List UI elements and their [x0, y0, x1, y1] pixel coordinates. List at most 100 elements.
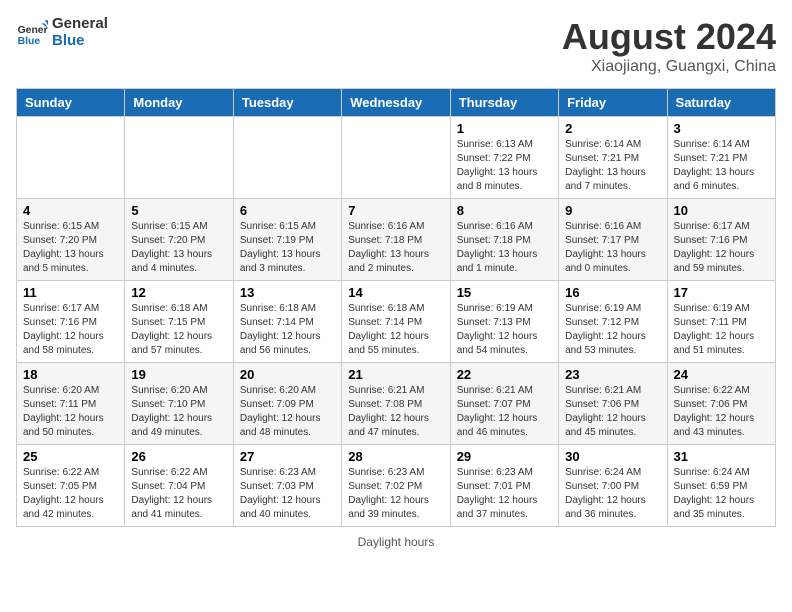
- calendar-week-row: 11 Sunrise: 6:17 AM Sunset: 7:16 PM Dayli…: [17, 281, 776, 363]
- day-number: 15: [457, 285, 552, 300]
- day-number: 19: [131, 367, 226, 382]
- logo-general-text: General: [52, 16, 108, 33]
- day-info: Sunrise: 6:22 AM Sunset: 7:04 PM Dayligh…: [131, 466, 226, 522]
- day-number: 4: [23, 203, 118, 218]
- calendar-cell: [17, 117, 125, 199]
- calendar-cell: 16Sunrise: 6:19 AM Sunset: 7:12 PM Dayli…: [559, 281, 667, 363]
- day-number: 29: [457, 449, 552, 464]
- calendar-cell: 20 Sunrise: 6:20 AM Sunset: 7:09 PM Dayli…: [233, 363, 341, 445]
- calendar-cell: 3 Sunrise: 6:14 AM Sunset: 7:21 PM Daylig…: [667, 117, 775, 199]
- day-info: Sunrise: 6:15 AM Sunset: 7:20 PM Dayligh…: [131, 220, 226, 276]
- calendar-cell: 30Sunrise: 6:24 AM Sunset: 7:00 PM Dayli…: [559, 445, 667, 527]
- day-info: Sunrise: 6:16 AM Sunset: 7:17 PM Dayligh…: [565, 220, 660, 276]
- day-number: 6: [240, 203, 335, 218]
- day-number: 16: [565, 285, 660, 300]
- calendar-cell: 5Sunrise: 6:15 AM Sunset: 7:20 PM Daylig…: [125, 199, 233, 281]
- day-info: Sunrise: 6:16 AM Sunset: 7:18 PM Dayligh…: [457, 220, 552, 276]
- day-number: 14: [348, 285, 443, 300]
- calendar-cell: 2Sunrise: 6:14 AM Sunset: 7:21 PM Daylig…: [559, 117, 667, 199]
- day-number: 10: [674, 203, 769, 218]
- calendar-day-header: Wednesday: [342, 89, 450, 117]
- day-number: 11: [23, 285, 118, 300]
- calendar-cell: 23 Sunrise: 6:21 AM Sunset: 7:06 PM Dayli…: [559, 363, 667, 445]
- calendar-cell: [125, 117, 233, 199]
- calendar-cell: 6 Sunrise: 6:15 AM Sunset: 7:19 PM Daylig…: [233, 199, 341, 281]
- day-number: 3: [674, 121, 769, 136]
- day-info: Sunrise: 6:22 AM Sunset: 7:05 PM Dayligh…: [23, 466, 118, 522]
- day-info: Sunrise: 6:19 AM Sunset: 7:11 PM Dayligh…: [674, 302, 769, 358]
- title-area: August 2024 Xiaojiang, Guangxi, China: [562, 16, 776, 76]
- calendar-cell: 22 Sunrise: 6:21 AM Sunset: 7:07 PM Dayli…: [450, 363, 558, 445]
- day-info: Sunrise: 6:21 AM Sunset: 7:06 PM Dayligh…: [565, 384, 660, 440]
- day-info: Sunrise: 6:21 AM Sunset: 7:07 PM Dayligh…: [457, 384, 552, 440]
- logo: General Blue General Blue: [16, 16, 108, 49]
- day-info: Sunrise: 6:21 AM Sunset: 7:08 PM Dayligh…: [348, 384, 443, 440]
- calendar-cell: 7 Sunrise: 6:16 AM Sunset: 7:18 PM Daylig…: [342, 199, 450, 281]
- day-number: 25: [23, 449, 118, 464]
- calendar-day-header: Thursday: [450, 89, 558, 117]
- calendar-cell: 11 Sunrise: 6:17 AM Sunset: 7:16 PM Dayli…: [17, 281, 125, 363]
- calendar-day-header: Friday: [559, 89, 667, 117]
- calendar-cell: 8 Sunrise: 6:16 AM Sunset: 7:18 PM Daylig…: [450, 199, 558, 281]
- calendar-week-row: 25 Sunrise: 6:22 AM Sunset: 7:05 PM Dayli…: [17, 445, 776, 527]
- day-number: 20: [240, 367, 335, 382]
- day-number: 12: [131, 285, 226, 300]
- day-number: 31: [674, 449, 769, 464]
- day-info: Sunrise: 6:22 AM Sunset: 7:06 PM Dayligh…: [674, 384, 769, 440]
- header: General Blue General Blue August 2024 Xi…: [16, 16, 776, 76]
- day-info: Sunrise: 6:23 AM Sunset: 7:03 PM Dayligh…: [240, 466, 335, 522]
- day-info: Sunrise: 6:14 AM Sunset: 7:21 PM Dayligh…: [674, 138, 769, 194]
- day-info: Sunrise: 6:23 AM Sunset: 7:01 PM Dayligh…: [457, 466, 552, 522]
- day-number: 22: [457, 367, 552, 382]
- footer-note: Daylight hours: [16, 535, 776, 549]
- calendar-cell: 14 Sunrise: 6:18 AM Sunset: 7:14 PM Dayli…: [342, 281, 450, 363]
- day-number: 27: [240, 449, 335, 464]
- calendar-week-row: 1Sunrise: 6:13 AM Sunset: 7:22 PM Daylig…: [17, 117, 776, 199]
- day-number: 13: [240, 285, 335, 300]
- calendar-day-header: Sunday: [17, 89, 125, 117]
- svg-text:Blue: Blue: [18, 36, 41, 47]
- day-info: Sunrise: 6:16 AM Sunset: 7:18 PM Dayligh…: [348, 220, 443, 276]
- day-number: 30: [565, 449, 660, 464]
- calendar-cell: 26Sunrise: 6:22 AM Sunset: 7:04 PM Dayli…: [125, 445, 233, 527]
- day-number: 28: [348, 449, 443, 464]
- day-info: Sunrise: 6:18 AM Sunset: 7:15 PM Dayligh…: [131, 302, 226, 358]
- calendar-day-header: Tuesday: [233, 89, 341, 117]
- day-info: Sunrise: 6:18 AM Sunset: 7:14 PM Dayligh…: [348, 302, 443, 358]
- calendar-cell: 4Sunrise: 6:15 AM Sunset: 7:20 PM Daylig…: [17, 199, 125, 281]
- calendar-cell: 12 Sunrise: 6:18 AM Sunset: 7:15 PM Dayli…: [125, 281, 233, 363]
- day-info: Sunrise: 6:20 AM Sunset: 7:09 PM Dayligh…: [240, 384, 335, 440]
- location-subtitle: Xiaojiang, Guangxi, China: [562, 58, 776, 76]
- calendar-table: SundayMondayTuesdayWednesdayThursdayFrid…: [16, 88, 776, 527]
- calendar-cell: 27 Sunrise: 6:23 AM Sunset: 7:03 PM Dayli…: [233, 445, 341, 527]
- day-info: Sunrise: 6:18 AM Sunset: 7:14 PM Dayligh…: [240, 302, 335, 358]
- calendar-header-row: SundayMondayTuesdayWednesdayThursdayFrid…: [17, 89, 776, 117]
- day-info: Sunrise: 6:20 AM Sunset: 7:10 PM Dayligh…: [131, 384, 226, 440]
- calendar-cell: 24 Sunrise: 6:22 AM Sunset: 7:06 PM Dayli…: [667, 363, 775, 445]
- calendar-cell: 18Sunrise: 6:20 AM Sunset: 7:11 PM Dayli…: [17, 363, 125, 445]
- day-info: Sunrise: 6:17 AM Sunset: 7:16 PM Dayligh…: [23, 302, 118, 358]
- calendar-cell: 17Sunrise: 6:19 AM Sunset: 7:11 PM Dayli…: [667, 281, 775, 363]
- day-number: 1: [457, 121, 552, 136]
- day-number: 8: [457, 203, 552, 218]
- calendar-cell: 1Sunrise: 6:13 AM Sunset: 7:22 PM Daylig…: [450, 117, 558, 199]
- calendar-cell: [342, 117, 450, 199]
- day-number: 23: [565, 367, 660, 382]
- day-number: 24: [674, 367, 769, 382]
- day-number: 9: [565, 203, 660, 218]
- calendar-cell: 13 Sunrise: 6:18 AM Sunset: 7:14 PM Dayli…: [233, 281, 341, 363]
- day-info: Sunrise: 6:23 AM Sunset: 7:02 PM Dayligh…: [348, 466, 443, 522]
- calendar-cell: 28 Sunrise: 6:23 AM Sunset: 7:02 PM Dayli…: [342, 445, 450, 527]
- calendar-cell: 21 Sunrise: 6:21 AM Sunset: 7:08 PM Dayli…: [342, 363, 450, 445]
- logo-icon: General Blue: [16, 17, 48, 49]
- calendar-cell: 19 Sunrise: 6:20 AM Sunset: 7:10 PM Dayli…: [125, 363, 233, 445]
- calendar-cell: 31Sunrise: 6:24 AM Sunset: 6:59 PM Dayli…: [667, 445, 775, 527]
- calendar-day-header: Saturday: [667, 89, 775, 117]
- calendar-week-row: 18Sunrise: 6:20 AM Sunset: 7:11 PM Dayli…: [17, 363, 776, 445]
- day-number: 7: [348, 203, 443, 218]
- day-number: 21: [348, 367, 443, 382]
- day-info: Sunrise: 6:15 AM Sunset: 7:19 PM Dayligh…: [240, 220, 335, 276]
- day-info: Sunrise: 6:20 AM Sunset: 7:11 PM Dayligh…: [23, 384, 118, 440]
- calendar-day-header: Monday: [125, 89, 233, 117]
- calendar-week-row: 4 Sunrise: 6:15 AM Sunset: 7:20 PM Daylig…: [17, 199, 776, 281]
